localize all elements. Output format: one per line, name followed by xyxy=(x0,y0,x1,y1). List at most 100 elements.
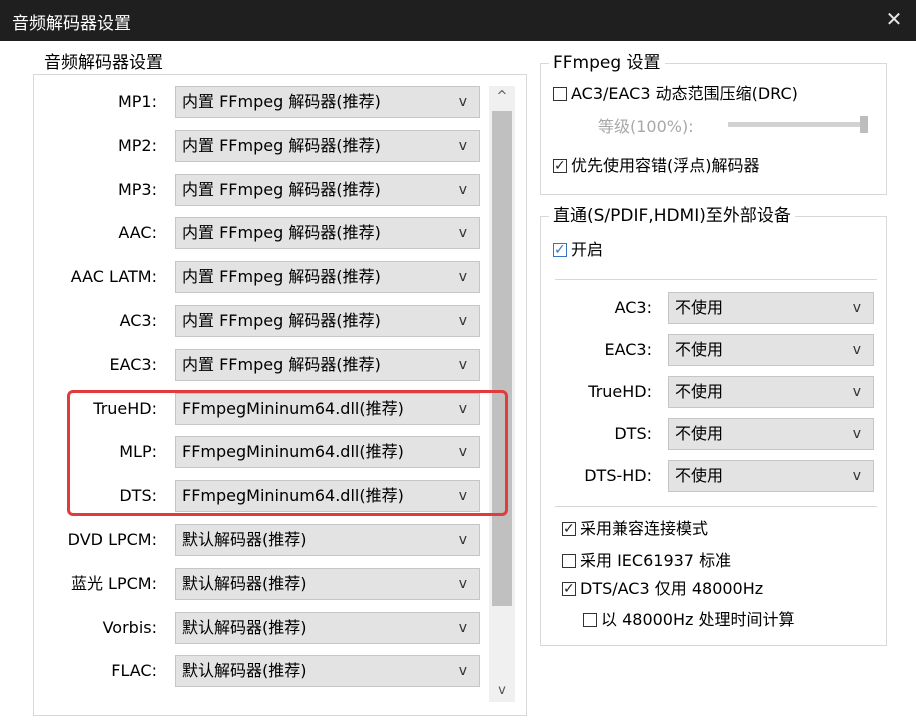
decoder-select-value: 内置 FFmpeg 解码器(推荐) xyxy=(182,92,381,111)
passthrough-title: 直通(S/PDIF,HDMI)至外部设备 xyxy=(549,206,795,226)
chevron-down-icon: v xyxy=(852,426,861,442)
decoder-row-label: AAC LATM: xyxy=(70,267,157,286)
decoder-select[interactable]: 默认解码器(推荐) v xyxy=(175,568,480,600)
chevron-down-icon: v xyxy=(458,94,467,110)
compat-mode-checkbox-box[interactable] xyxy=(562,519,576,539)
title-bar: 音频解码器设置 ✕ xyxy=(0,0,916,41)
passthrough-divider-bottom xyxy=(555,506,877,507)
passthrough-select[interactable]: 不使用 v xyxy=(668,418,874,450)
decoder-select[interactable]: 默认解码器(推荐) v xyxy=(175,655,480,687)
chevron-down-icon: v xyxy=(852,384,861,400)
chevron-down-icon: v xyxy=(458,357,467,373)
passthrough-select-value: 不使用 xyxy=(675,466,724,485)
chevron-down-icon: v xyxy=(852,468,861,484)
passthrough-select[interactable]: 不使用 v xyxy=(668,292,874,324)
audio-decoder-group-title: 音频解码器设置 xyxy=(40,53,167,73)
decoder-row-label: DVD LPCM: xyxy=(67,530,157,549)
decoder-select-value: 默认解码器(推荐) xyxy=(182,661,307,680)
chevron-down-icon: v xyxy=(458,620,467,636)
chevron-down-icon: v xyxy=(458,663,467,679)
time-48k-checkbox[interactable]: 以 48000Hz 处理时间计算 xyxy=(583,610,795,630)
passthrough-select-value: 不使用 xyxy=(675,340,724,359)
prefer-float-checkbox[interactable]: 优先使用容错(浮点)解码器 xyxy=(553,156,760,176)
passthrough-row-label: TrueHD: xyxy=(588,382,652,401)
drc-level-slider[interactable] xyxy=(728,122,868,127)
iec61937-checkbox-box[interactable] xyxy=(562,554,576,568)
passthrough-enable-checkbox[interactable]: 开启 xyxy=(553,240,603,260)
passthrough-select[interactable]: 不使用 v xyxy=(668,376,874,408)
drc-checkbox-box[interactable] xyxy=(553,87,567,101)
decoder-select[interactable]: 内置 FFmpeg 解码器(推荐) v xyxy=(175,349,480,381)
passthrough-select-value: 不使用 xyxy=(675,298,724,317)
decoder-row-label: AC3: xyxy=(119,311,157,330)
passthrough-divider-top xyxy=(555,279,877,280)
decoder-select-value: 默认解码器(推荐) xyxy=(182,618,307,637)
chevron-down-icon: v xyxy=(458,532,467,548)
decoder-row-label: FLAC: xyxy=(111,661,157,680)
dts-ac3-48k-checkbox-box[interactable] xyxy=(562,579,576,599)
decoder-select[interactable]: 内置 FFmpeg 解码器(推荐) v xyxy=(175,86,480,118)
decoder-select[interactable]: 内置 FFmpeg 解码器(推荐) v xyxy=(175,174,480,206)
dts-ac3-48k-label: DTS/AC3 仅用 48000Hz xyxy=(580,579,764,598)
decoder-row-label: EAC3: xyxy=(109,355,157,374)
decoder-select-value: 内置 FFmpeg 解码器(推荐) xyxy=(182,223,381,242)
decoder-select[interactable]: 内置 FFmpeg 解码器(推荐) v xyxy=(175,130,480,162)
decoder-select-value: 内置 FFmpeg 解码器(推荐) xyxy=(182,136,381,155)
chevron-down-icon: v xyxy=(458,138,467,154)
decoder-select-value: 内置 FFmpeg 解码器(推荐) xyxy=(182,267,381,286)
time-48k-label: 以 48000Hz 处理时间计算 xyxy=(601,610,795,629)
iec61937-checkbox[interactable]: 采用 IEC61937 标准 xyxy=(562,551,731,571)
close-icon[interactable]: ✕ xyxy=(880,5,908,33)
decoder-select-value: 内置 FFmpeg 解码器(推荐) xyxy=(182,180,381,199)
drc-label: AC3/EAC3 动态范围压缩(DRC) xyxy=(571,84,798,103)
chevron-down-icon: v xyxy=(852,342,861,358)
decoder-select-value: 默认解码器(推荐) xyxy=(182,574,307,593)
passthrough-row-label: DTS-HD: xyxy=(584,466,652,485)
prefer-float-checkbox-box[interactable] xyxy=(553,156,567,176)
decoder-row-label: 蓝光 LPCM: xyxy=(70,574,157,593)
decoder-select-value: 内置 FFmpeg 解码器(推荐) xyxy=(182,355,381,374)
chevron-down-icon: v xyxy=(458,269,467,285)
scrollbar-thumb[interactable] xyxy=(492,111,512,606)
passthrough-row-label: AC3: xyxy=(614,298,652,317)
decoder-row-label: MP1: xyxy=(117,92,157,111)
window-title: 音频解码器设置 xyxy=(12,14,131,34)
chevron-down-icon: v xyxy=(458,576,467,592)
passthrough-enable-label: 开启 xyxy=(571,240,604,259)
decoder-row-label: AAC: xyxy=(118,223,157,242)
iec61937-label: 采用 IEC61937 标准 xyxy=(580,551,732,570)
decoder-select-value: 内置 FFmpeg 解码器(推荐) xyxy=(182,311,381,330)
passthrough-select[interactable]: 不使用 v xyxy=(668,460,874,492)
chevron-down-icon: v xyxy=(852,300,861,316)
compat-mode-label: 采用兼容连接模式 xyxy=(580,519,709,538)
ffmpeg-settings-title: FFmpeg 设置 xyxy=(549,53,665,73)
passthrough-select-value: 不使用 xyxy=(675,382,724,401)
drc-checkbox[interactable]: AC3/EAC3 动态范围压缩(DRC) xyxy=(553,84,798,104)
chevron-down-icon: v xyxy=(458,313,467,329)
compat-mode-checkbox[interactable]: 采用兼容连接模式 xyxy=(562,519,708,539)
decoder-select[interactable]: 内置 FFmpeg 解码器(推荐) v xyxy=(175,261,480,293)
chevron-down-icon: v xyxy=(458,182,467,198)
decoder-select-value: 默认解码器(推荐) xyxy=(182,530,307,549)
passthrough-row-label: EAC3: xyxy=(604,340,652,359)
prefer-float-label: 优先使用容错(浮点)解码器 xyxy=(571,156,760,175)
decoder-select[interactable]: 默认解码器(推荐) v xyxy=(175,612,480,644)
passthrough-enable-checkbox-box[interactable] xyxy=(553,240,567,260)
passthrough-select[interactable]: 不使用 v xyxy=(668,334,874,366)
scroll-up-icon[interactable]: ^ xyxy=(489,86,515,108)
chevron-down-icon: v xyxy=(458,225,467,241)
passthrough-row-label: DTS: xyxy=(614,424,652,443)
decoder-select[interactable]: 内置 FFmpeg 解码器(推荐) v xyxy=(175,305,480,337)
decoder-row-label: Vorbis: xyxy=(102,618,157,637)
drc-level-label: 等级(100%): xyxy=(598,117,694,136)
drc-level-slider-thumb[interactable] xyxy=(860,116,868,133)
time-48k-checkbox-box[interactable] xyxy=(583,613,597,627)
dts-ac3-48k-checkbox[interactable]: DTS/AC3 仅用 48000Hz xyxy=(562,579,763,599)
decoder-select[interactable]: 内置 FFmpeg 解码器(推荐) v xyxy=(175,217,480,249)
decoder-row-label: MP2: xyxy=(117,136,157,155)
passthrough-select-value: 不使用 xyxy=(675,424,724,443)
decoder-row-label: MP3: xyxy=(117,180,157,199)
scroll-down-icon[interactable]: v xyxy=(489,680,515,702)
decoder-select[interactable]: 默认解码器(推荐) v xyxy=(175,524,480,556)
highlight-box xyxy=(67,390,508,516)
